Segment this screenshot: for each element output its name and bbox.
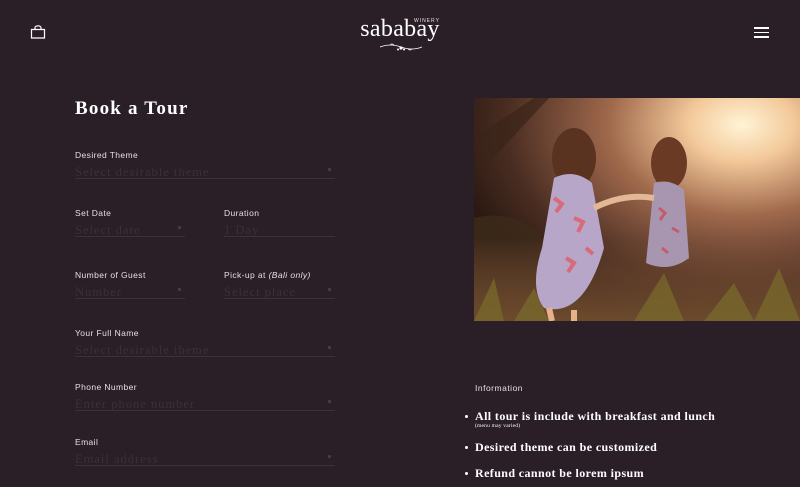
field-label: Pick-up at (Bali only) bbox=[224, 269, 335, 281]
dropdown-caret-icon bbox=[328, 168, 331, 171]
select-placeholder: Select desirable theme bbox=[75, 165, 210, 179]
info-item-text: All tour is include with breakfast and l… bbox=[475, 409, 716, 423]
dropdown-caret-icon bbox=[328, 288, 331, 291]
set-date-select[interactable]: Select date bbox=[75, 221, 185, 237]
info-item-note: (menu may varied) bbox=[475, 423, 521, 429]
select-placeholder: 1 Day bbox=[224, 223, 260, 237]
full-name-field: Your Full Name Select desirable theme bbox=[75, 327, 335, 357]
desired-theme-field: Desired Theme Select desirable theme bbox=[75, 149, 335, 179]
dropdown-caret-icon bbox=[328, 400, 331, 403]
bullet-icon bbox=[465, 446, 468, 449]
field-label: Desired Theme bbox=[75, 150, 139, 160]
shopping-bag-icon[interactable] bbox=[30, 25, 46, 39]
field-label: Your Full Name bbox=[75, 328, 139, 338]
dropdown-caret-icon bbox=[178, 226, 181, 229]
pickup-label-note: (Bali only) bbox=[268, 270, 311, 280]
phone-number-input[interactable]: Enter phone number bbox=[75, 395, 335, 411]
email-field: Email Email address bbox=[75, 436, 335, 466]
bullet-icon bbox=[465, 415, 468, 418]
select-placeholder: Select date bbox=[75, 223, 141, 237]
vine-ornament-icon bbox=[379, 43, 423, 51]
logo-subtext: WINERY bbox=[414, 18, 440, 24]
full-name-input[interactable]: Select desirable theme bbox=[75, 341, 335, 357]
tour-photo bbox=[474, 98, 800, 321]
select-placeholder: Select place bbox=[224, 285, 297, 299]
information-list: All tour is include with breakfast and l… bbox=[465, 408, 800, 481]
pickup-label: Pick-up at bbox=[224, 270, 266, 280]
field-label: Set Date bbox=[75, 208, 112, 218]
dropdown-caret-icon bbox=[328, 455, 331, 458]
dropdown-caret-icon bbox=[178, 288, 181, 291]
number-of-guest-field: Number of Guest Number bbox=[75, 269, 185, 299]
information-heading: Information bbox=[475, 383, 524, 393]
pickup-field: Pick-up at (Bali only) Select place bbox=[224, 269, 335, 299]
input-placeholder: Enter phone number bbox=[75, 397, 196, 411]
number-of-guest-select[interactable]: Number bbox=[75, 283, 185, 299]
dropdown-caret-icon bbox=[328, 346, 331, 349]
duration-select[interactable]: 1 Day bbox=[224, 221, 335, 237]
email-input[interactable]: Email address bbox=[75, 450, 335, 466]
input-placeholder: Select desirable theme bbox=[75, 343, 210, 357]
field-label: Duration bbox=[224, 208, 260, 218]
info-item-text: Desired theme can be customized bbox=[475, 440, 658, 454]
pickup-select[interactable]: Select place bbox=[224, 283, 335, 299]
info-item-text: Refund cannot be lorem ipsum bbox=[475, 466, 644, 480]
page-title: Book a Tour bbox=[75, 98, 189, 119]
input-placeholder: Email address bbox=[75, 452, 159, 466]
duration-field: Duration 1 Day bbox=[224, 207, 335, 237]
brand-logo[interactable]: sababay WINERY bbox=[358, 16, 442, 52]
list-item: Desired theme can be customized bbox=[465, 439, 800, 465]
set-date-field: Set Date Select date bbox=[75, 207, 185, 237]
list-item: All tour is include with breakfast and l… bbox=[465, 408, 800, 439]
list-item: Refund cannot be lorem ipsum bbox=[465, 465, 800, 481]
desired-theme-select[interactable]: Select desirable theme bbox=[75, 163, 335, 179]
select-placeholder: Number bbox=[75, 285, 122, 299]
field-label: Number of Guest bbox=[75, 270, 146, 280]
top-bar: sababay WINERY bbox=[0, 0, 800, 64]
field-label: Email bbox=[75, 437, 99, 447]
hamburger-menu-icon[interactable] bbox=[754, 27, 769, 38]
phone-number-field: Phone Number Enter phone number bbox=[75, 381, 335, 411]
bullet-icon bbox=[465, 472, 468, 475]
field-label: Phone Number bbox=[75, 382, 137, 392]
